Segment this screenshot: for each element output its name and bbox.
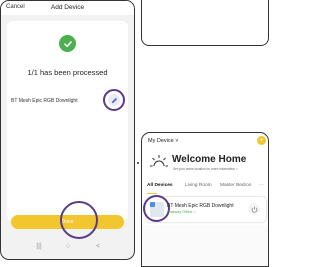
- home-selector-dropdown[interactable]: My Device ˅: [148, 138, 178, 144]
- home-icon[interactable]: ○: [58, 243, 78, 250]
- device-status: Gateway Offline >: [167, 210, 196, 214]
- add-icon[interactable]: +: [257, 136, 266, 145]
- power-icon[interactable]: [248, 203, 260, 215]
- sun-icon: [150, 154, 168, 173]
- welcome-title: Welcome Home: [172, 154, 247, 165]
- connector-dot: [137, 162, 139, 164]
- device-name-label: BT Mesh Epic RGB Downlight: [11, 98, 78, 104]
- highlight-ring: [60, 201, 98, 239]
- device-list-empty-area: [142, 225, 268, 265]
- home-phone: My Device ˅ + Welcome Home Set your home…: [141, 132, 269, 267]
- processed-text: 1/1 has been processed: [27, 68, 108, 77]
- tab-all-devices[interactable]: All Devices: [147, 183, 173, 188]
- device-name: BT Mesh Epic RGB Downlight: [167, 203, 234, 209]
- check-icon: [59, 35, 76, 52]
- back-icon[interactable]: <: [88, 243, 108, 250]
- room-tabs: All Devices Living Room Master Bedroo ··…: [146, 183, 268, 193]
- add-device-phone: Cancel Add Device 1/1 has been processed…: [0, 0, 135, 260]
- highlight-ring: [103, 89, 125, 111]
- tab-living-room[interactable]: Living Room: [185, 183, 212, 188]
- add-device-header: Cancel Add Device: [1, 1, 134, 15]
- phone-frame-fragment: [141, 0, 269, 46]
- tab-master-bedroom[interactable]: Master Bedroo: [220, 183, 251, 188]
- set-location-link[interactable]: Set your home location for more informat…: [173, 167, 238, 171]
- android-nav-bar: ||| ○ <: [1, 243, 134, 259]
- page-title: Add Device: [50, 4, 85, 11]
- device-card[interactable]: BT Mesh Epic RGB Downlight Gateway Offli…: [143, 195, 266, 222]
- more-tabs-icon[interactable]: ···: [259, 183, 264, 188]
- highlight-ring: [143, 195, 170, 222]
- active-tab-indicator: [147, 193, 157, 194]
- result-card: 1/1 has been processed BT Mesh Epic RGB …: [7, 21, 128, 239]
- recent-apps-icon[interactable]: |||: [29, 243, 49, 250]
